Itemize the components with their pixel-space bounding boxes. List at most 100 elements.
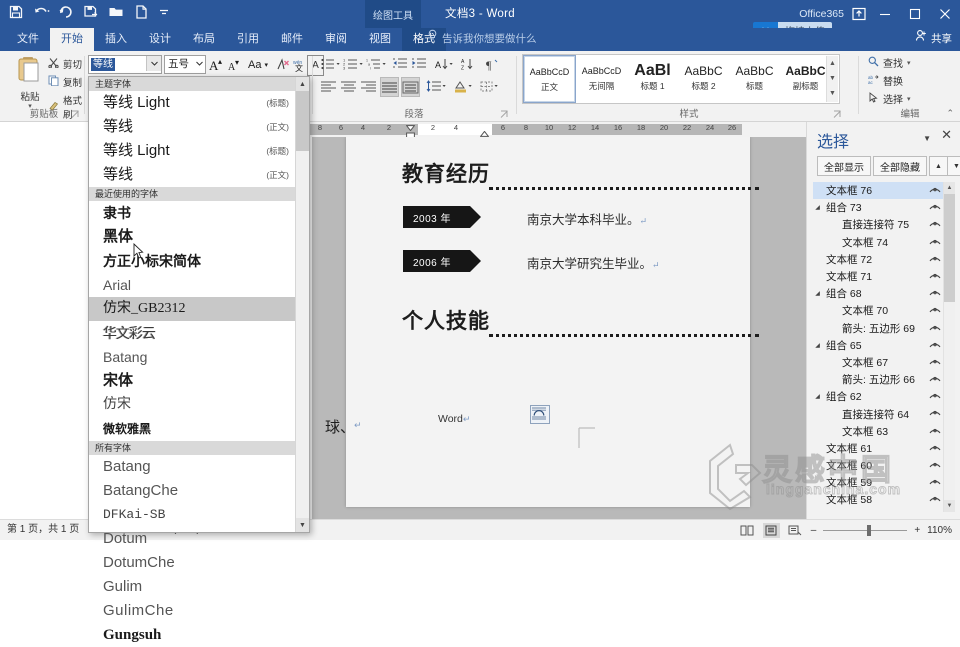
list-item[interactable]: ◢组合 73	[813, 199, 955, 216]
clear-formatting-icon[interactable]	[275, 55, 290, 74]
font-option[interactable]: Batang	[89, 345, 309, 369]
style-no-spacing[interactable]: AaBbCcD 无间隔	[576, 55, 627, 101]
font-option[interactable]: 仿宋_GB2312	[89, 297, 309, 321]
list-item[interactable]: ◢组合 65	[813, 337, 955, 354]
font-name-dropdown-arrow[interactable]	[146, 56, 161, 71]
list-item[interactable]: 直接连接符 64	[813, 405, 955, 422]
scroll-down-icon[interactable]: ▼	[944, 500, 955, 512]
style-heading-1[interactable]: AaBl 标题 1	[627, 55, 678, 101]
align-justify-icon[interactable]	[380, 77, 399, 97]
tab-design[interactable]: 设计	[138, 28, 182, 51]
skill-label-word[interactable]: Word↵	[438, 413, 470, 425]
maximize-button[interactable]	[900, 0, 930, 28]
font-option[interactable]: GulimChe	[89, 599, 309, 623]
section-heading-skills[interactable]: 个人技能	[402, 305, 490, 335]
find-dropdown-arrow[interactable]: ▾	[907, 59, 911, 67]
read-mode-icon[interactable]	[739, 523, 756, 538]
find-button[interactable]: 查找 ▾	[868, 55, 911, 70]
align-center-icon[interactable]	[340, 77, 357, 95]
document-canvas[interactable]: 教育经历 2003 年 南京大学本科毕业。↵ 2006 年 南京大学研究生毕业。…	[312, 137, 820, 520]
tab-view[interactable]: 视图	[358, 28, 402, 51]
hide-all-button[interactable]: 全部隐藏	[873, 156, 927, 176]
eye-icon[interactable]	[929, 460, 941, 471]
cut-button[interactable]: 剪切	[48, 57, 82, 71]
tab-file[interactable]: 文件	[6, 28, 50, 51]
style-heading-2[interactable]: AaBbC 标题 2	[678, 55, 729, 101]
font-option[interactable]: DFKai-SB	[89, 503, 309, 527]
style-subtitle[interactable]: AaBbC 副标题	[780, 55, 831, 101]
list-item[interactable]: 直接连接符 75	[813, 216, 955, 233]
bring-forward-button[interactable]: ▲	[929, 156, 948, 176]
font-option[interactable]: 方正小标宋简体	[89, 249, 309, 273]
eye-icon[interactable]	[929, 408, 941, 419]
font-option[interactable]: 隶书	[89, 201, 309, 225]
font-option[interactable]: 等线(正文)	[89, 163, 309, 187]
right-indent-marker[interactable]	[480, 128, 488, 134]
font-option[interactable]: 等线 Light(标题)	[89, 139, 309, 163]
hanging-indent-marker[interactable]	[406, 130, 414, 136]
font-option[interactable]: DotumChe	[89, 551, 309, 575]
zoom-out-button[interactable]: –	[811, 525, 817, 536]
font-option[interactable]: 微软雅黑	[89, 417, 309, 441]
list-item[interactable]: 文本框 74	[813, 234, 955, 251]
list-item[interactable]: 文本框 71	[813, 268, 955, 285]
phonetic-guide-icon[interactable]: wén文	[291, 55, 306, 74]
shape-list[interactable]: 文本框 76 ◢组合 73 直接连接符 75 文本框 74 文本框 72 文本框…	[813, 182, 955, 512]
font-option[interactable]: 仿宋	[89, 393, 309, 417]
document-page[interactable]: 教育经历 2003 年 南京大学本科毕业。↵ 2006 年 南京大学研究生毕业。…	[346, 137, 750, 507]
eye-icon[interactable]	[929, 288, 941, 299]
list-item[interactable]: 文本框 58	[813, 491, 955, 508]
paste-button[interactable]: 粘贴 ▾	[10, 55, 50, 110]
eye-icon[interactable]	[929, 443, 941, 454]
scroll-down-icon[interactable]: ▼	[296, 518, 309, 532]
font-option[interactable]: 等线(正文)	[89, 115, 309, 139]
bullets-icon[interactable]	[320, 55, 340, 73]
tab-home[interactable]: 开始	[50, 28, 94, 51]
zoom-slider[interactable]	[823, 524, 907, 536]
eye-icon[interactable]	[929, 202, 941, 213]
timeline-chevron-2006[interactable]: 2006 年	[403, 250, 470, 272]
replace-button[interactable]: abac 替换	[868, 73, 903, 88]
expander-icon[interactable]: ◢	[813, 290, 822, 297]
ribbon-display-options-icon[interactable]	[851, 6, 867, 22]
numbering-icon[interactable]: 123	[343, 55, 363, 73]
line-spacing-icon[interactable]	[426, 77, 446, 95]
selection-pane-menu-icon[interactable]: ▼	[923, 134, 931, 143]
tab-references[interactable]: 引用	[226, 28, 270, 51]
show-all-button[interactable]: 全部显示	[817, 156, 871, 176]
tell-me-search[interactable]: 告诉我你想要做什么	[427, 28, 537, 51]
list-item[interactable]: 箭头: 五边形 66	[813, 371, 955, 388]
eye-icon[interactable]	[929, 357, 941, 368]
shrink-font-icon[interactable]: A▾	[226, 55, 242, 74]
list-item[interactable]: ◢组合 62	[813, 388, 955, 405]
scroll-up-icon[interactable]: ▲	[296, 77, 309, 91]
decrease-indent-icon[interactable]	[392, 55, 408, 73]
increase-indent-icon[interactable]	[411, 55, 427, 73]
zoom-handle[interactable]	[867, 525, 871, 536]
print-layout-icon[interactable]	[763, 523, 780, 538]
web-layout-icon[interactable]	[787, 523, 804, 538]
scroll-up-icon[interactable]: ▲	[944, 182, 955, 194]
timeline-text-2003[interactable]: 南京大学本科毕业。↵	[527, 209, 647, 228]
scrollbar-thumb[interactable]	[944, 194, 955, 302]
style-normal[interactable]: AaBbCcD 正文	[523, 55, 576, 103]
copy-button[interactable]: 复制	[48, 75, 82, 89]
list-item[interactable]: 文本框 59	[813, 474, 955, 491]
select-dropdown-arrow[interactable]: ▾	[907, 95, 911, 103]
font-option[interactable]: Dotum	[89, 527, 309, 551]
paragraph-dialog-launcher-icon[interactable]	[500, 110, 509, 119]
tab-layout[interactable]: 布局	[182, 28, 226, 51]
list-item[interactable]: 文本框 61	[813, 440, 955, 457]
styles-scroll-up-icon[interactable]: ▲	[827, 56, 838, 71]
distributed-align-icon[interactable]	[401, 77, 420, 97]
tab-mailings[interactable]: 邮件	[270, 28, 314, 51]
font-option[interactable]: 宋体	[89, 369, 309, 393]
clipboard-dialog-launcher-icon[interactable]	[71, 110, 80, 119]
list-item[interactable]: 文本框 63	[813, 423, 955, 440]
sort-icon[interactable]: A	[434, 55, 454, 73]
eye-icon[interactable]	[929, 477, 941, 488]
zoom-level-label[interactable]: 110%	[927, 525, 952, 536]
font-size-dropdown-arrow[interactable]	[193, 56, 205, 71]
font-size-combobox[interactable]: 五号	[164, 55, 206, 74]
list-item[interactable]: 文本框 76	[813, 182, 955, 199]
